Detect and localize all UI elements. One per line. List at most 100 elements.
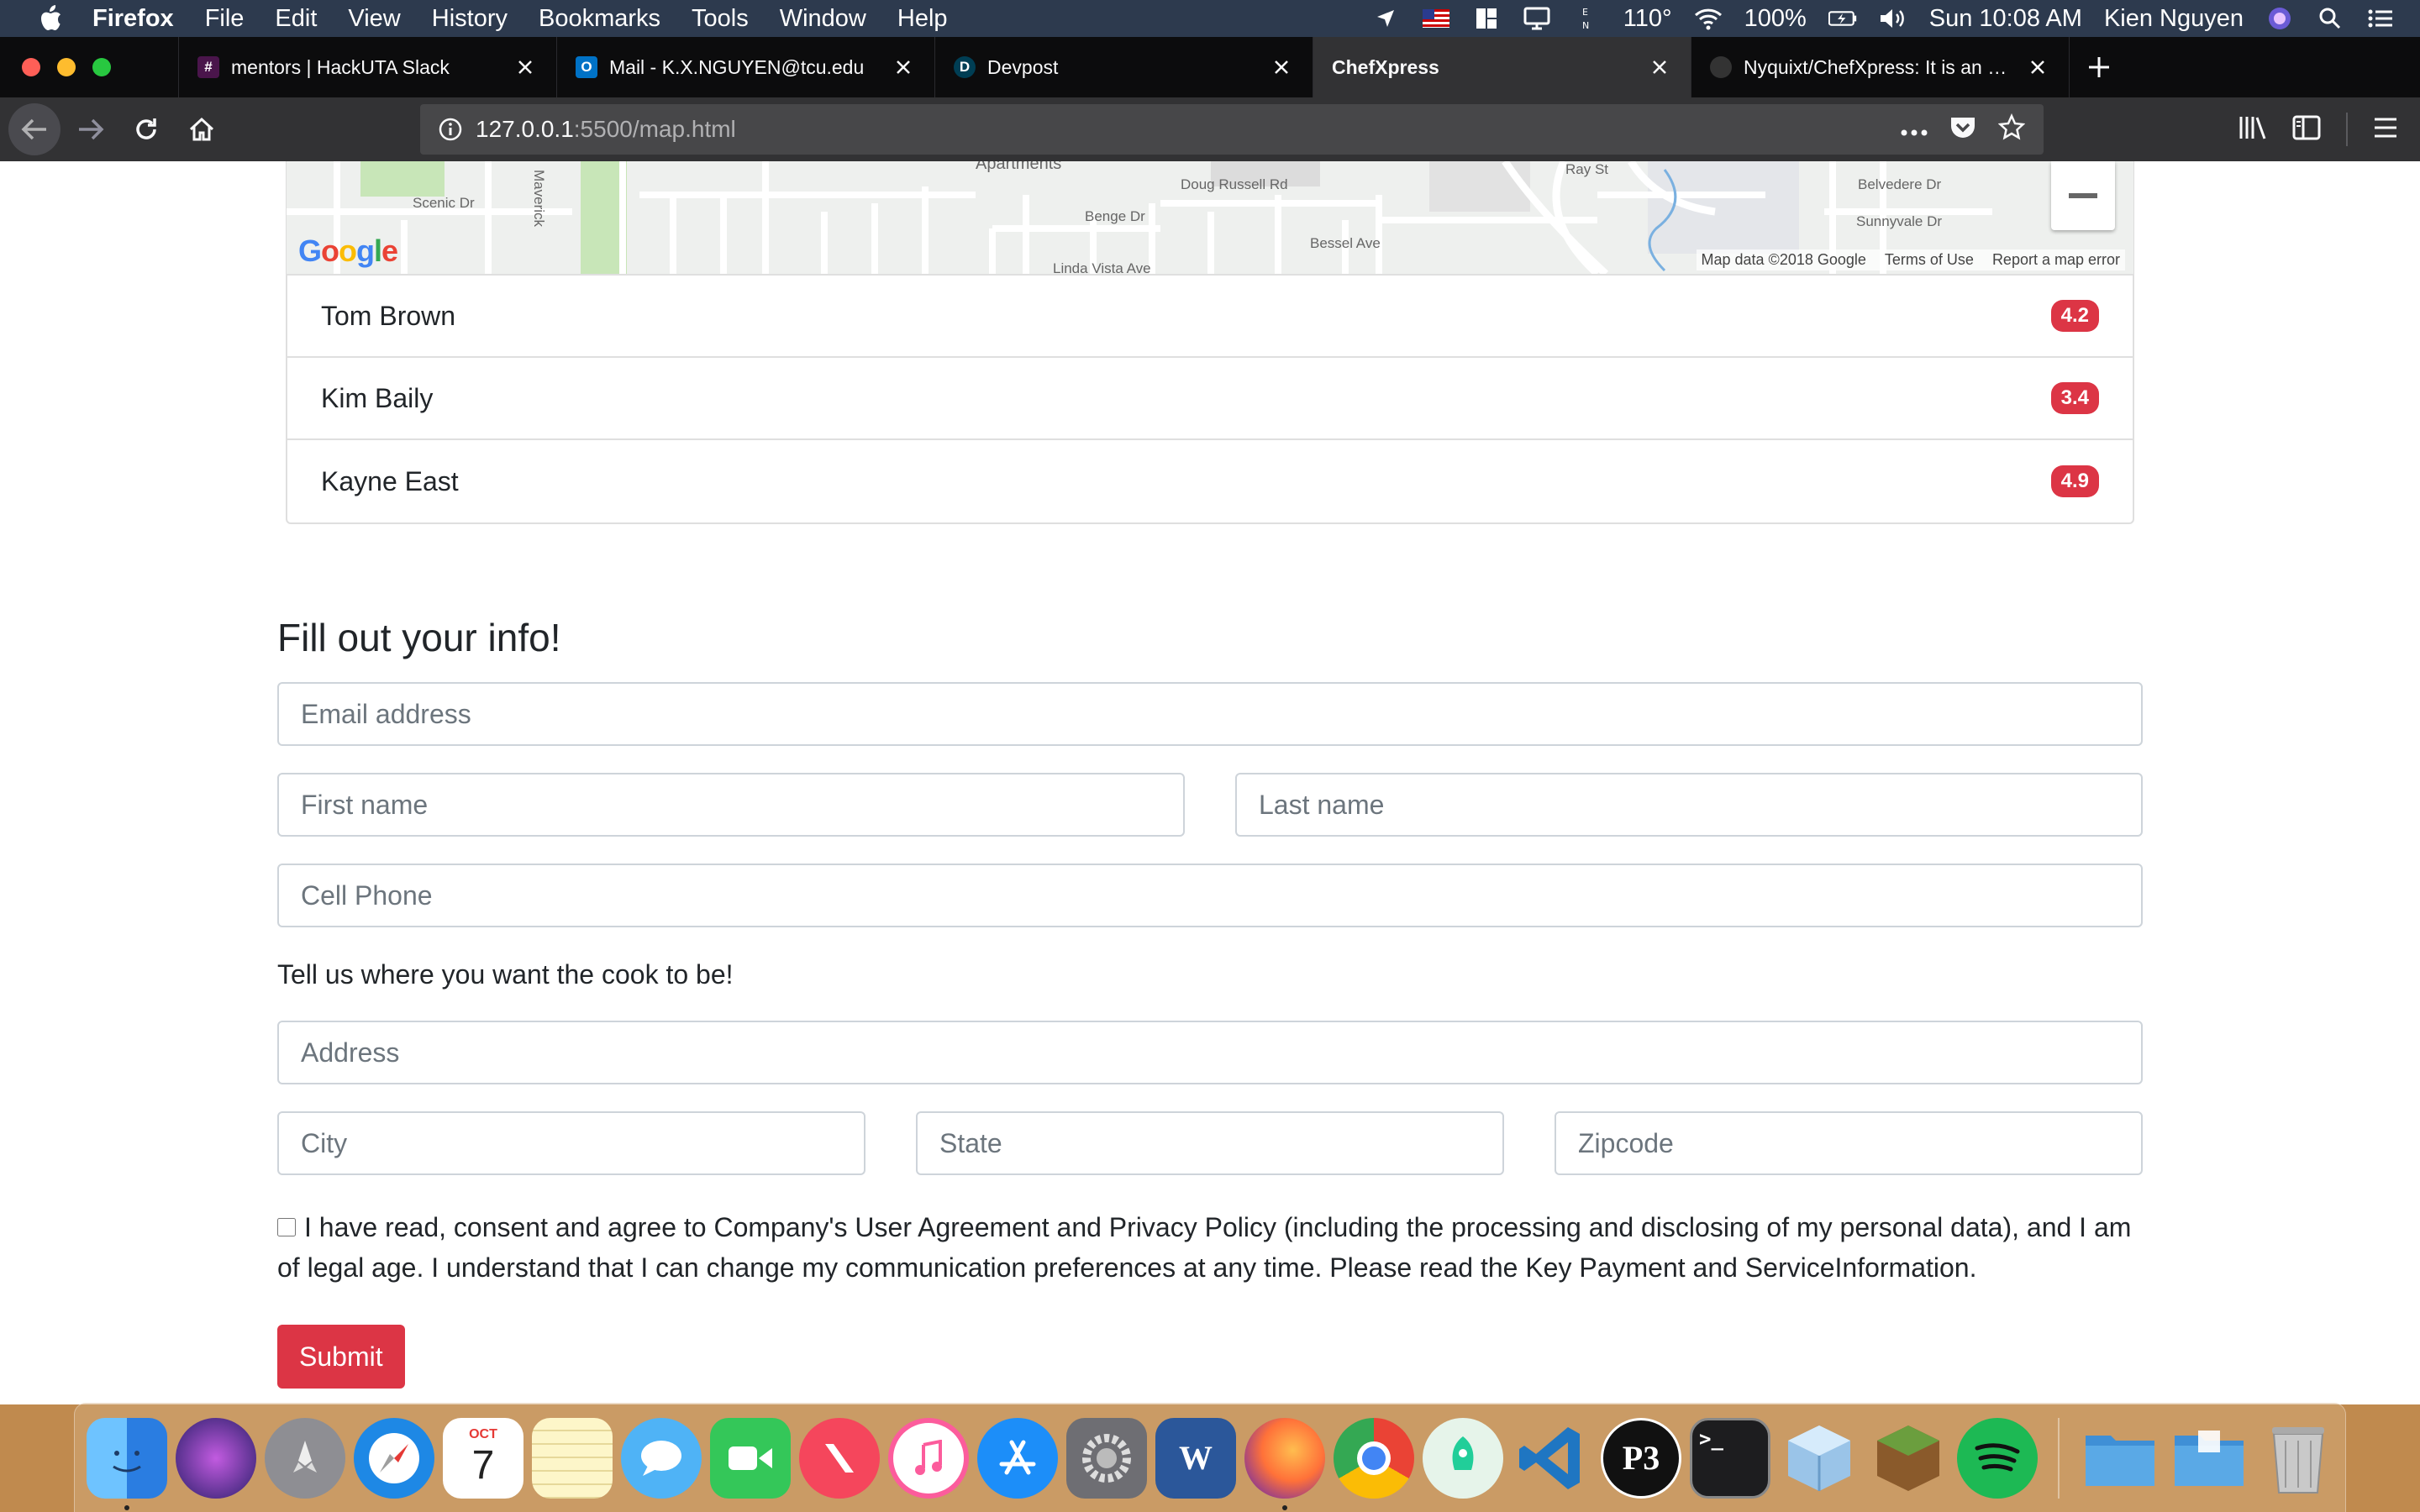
word-icon[interactable]: W <box>1155 1417 1236 1499</box>
address-bar[interactable]: 127.0.0.1:5500/map.html <box>420 104 2044 155</box>
news-icon[interactable] <box>799 1417 880 1499</box>
library-icon[interactable] <box>2238 115 2267 144</box>
first-name-field[interactable] <box>277 773 1185 837</box>
site-info-icon[interactable] <box>439 118 462 141</box>
volume-icon[interactable] <box>1879 4 1907 33</box>
running-indicator <box>1282 1504 1287 1510</box>
menu-window[interactable]: Window <box>780 5 866 33</box>
trash-icon[interactable] <box>2258 1418 2338 1499</box>
display-icon[interactable] <box>1523 4 1551 33</box>
tab-slack[interactable]: # mentors | HackUTA Slack <box>178 37 556 97</box>
last-name-field[interactable] <box>1235 773 2143 837</box>
battery-percentage[interactable]: 100% <box>1744 5 1807 33</box>
menu-edit[interactable]: Edit <box>275 5 317 33</box>
spotlight-search-icon[interactable] <box>2316 4 2344 33</box>
terms-of-use-link[interactable]: Terms of Use <box>1885 251 1974 269</box>
close-tab-icon[interactable] <box>1269 55 1294 80</box>
facetime-icon[interactable] <box>710 1417 791 1499</box>
back-button[interactable] <box>8 103 60 155</box>
consent-checkbox[interactable] <box>277 1217 296 1236</box>
notification-center-icon[interactable] <box>2366 4 2395 33</box>
notes-icon[interactable] <box>532 1417 613 1499</box>
new-tab-button[interactable] <box>2069 37 2128 97</box>
app-menu[interactable]: Firefox <box>92 5 174 33</box>
wifi-icon[interactable] <box>1694 4 1723 33</box>
calendar-month: OCT <box>469 1427 497 1441</box>
siri-status-icon[interactable] <box>2265 4 2294 33</box>
home-button[interactable] <box>176 104 227 155</box>
folder-icon[interactable] <box>2080 1418 2160 1499</box>
reload-button[interactable] <box>121 104 171 155</box>
location-arrow-icon[interactable] <box>1371 4 1400 33</box>
bookmark-star-icon[interactable] <box>1997 113 2026 146</box>
downloads-folder-icon[interactable] <box>2169 1418 2249 1499</box>
zoom-window-button[interactable] <box>92 58 111 76</box>
app-store-icon[interactable] <box>977 1417 1058 1499</box>
itunes-icon[interactable] <box>888 1417 969 1499</box>
apple-menu-icon[interactable] <box>34 2 67 35</box>
menu-history[interactable]: History <box>432 5 508 33</box>
clock[interactable]: Sun 10:08 AM <box>1929 5 2082 33</box>
p3-icon[interactable]: P3 <box>1601 1417 1681 1499</box>
close-window-button[interactable] <box>22 58 40 76</box>
close-tab-icon[interactable] <box>891 55 916 80</box>
zipcode-field[interactable] <box>1555 1111 2143 1175</box>
address-field[interactable] <box>277 1021 2143 1084</box>
report-map-error-link[interactable]: Report a map error <box>1992 251 2120 269</box>
system-preferences-icon[interactable] <box>1066 1417 1147 1499</box>
user-name[interactable]: Kien Nguyen <box>2104 5 2244 33</box>
robinhood-icon[interactable] <box>1423 1417 1503 1499</box>
close-tab-icon[interactable] <box>2025 55 2050 80</box>
hamburger-menu-icon[interactable] <box>2373 117 2398 143</box>
virtualbox-icon[interactable] <box>1779 1418 1860 1499</box>
menu-file[interactable]: File <box>205 5 245 33</box>
submit-button[interactable]: Submit <box>277 1325 405 1389</box>
email-field[interactable] <box>277 682 2143 746</box>
close-tab-icon[interactable] <box>1647 55 1672 80</box>
city-field[interactable] <box>277 1111 865 1175</box>
tab-mail[interactable]: O Mail - K.X.NGUYEN@tcu.edu <box>556 37 934 97</box>
minimize-window-button[interactable] <box>57 58 76 76</box>
page-actions-icon[interactable] <box>1901 116 1928 143</box>
tab-github[interactable]: Nyquixt/ChefXpress: It is an ube <box>1691 37 2069 97</box>
google-map[interactable]: Scenic Dr Maverick Doug Russell Rd Benge… <box>286 161 2134 274</box>
state-field[interactable] <box>916 1111 1504 1175</box>
menu-bookmarks[interactable]: Bookmarks <box>539 5 660 33</box>
menu-help[interactable]: Help <box>897 5 948 33</box>
cook-list-item[interactable]: Kayne East 4.9 <box>287 440 2133 522</box>
finder-icon[interactable] <box>87 1417 167 1510</box>
close-tab-icon[interactable] <box>513 55 538 80</box>
tab-devpost[interactable]: D Devpost <box>934 37 1313 97</box>
us-flag-icon[interactable] <box>1422 4 1450 33</box>
launchpad-icon[interactable] <box>265 1417 345 1499</box>
calendar-icon[interactable]: OCT 7 <box>443 1417 523 1499</box>
cell-phone-field[interactable] <box>277 864 2143 927</box>
tab-chefxpress[interactable]: ChefXpress <box>1313 37 1691 97</box>
siri-icon[interactable] <box>176 1417 256 1499</box>
safari-icon[interactable] <box>354 1417 434 1499</box>
cook-list-item[interactable]: Kim Baily 3.4 <box>287 358 2133 440</box>
menu-tools[interactable]: Tools <box>692 5 749 33</box>
battery-charging-icon[interactable] <box>1828 4 1857 33</box>
minecraft-icon[interactable] <box>1868 1418 1949 1499</box>
terminal-icon[interactable]: >_ <box>1690 1417 1770 1499</box>
temperature-readout[interactable]: 110° <box>1623 5 1672 33</box>
arrow-left-icon <box>21 118 46 140</box>
forward-button[interactable] <box>66 104 116 155</box>
zoom-out-button[interactable] <box>2051 161 2115 230</box>
messages-icon[interactable] <box>621 1417 702 1499</box>
vscode-icon[interactable] <box>1512 1418 1592 1499</box>
sidebar-icon[interactable] <box>2292 115 2321 144</box>
pocket-icon[interactable] <box>1949 114 1976 145</box>
window-layout-icon[interactable] <box>1472 4 1501 33</box>
map-label: Linda Vista Ave <box>1053 260 1151 274</box>
menu-view[interactable]: View <box>348 5 400 33</box>
reload-icon <box>136 118 156 139</box>
compass-icon[interactable]: EN <box>1573 4 1602 33</box>
cook-name: Tom Brown <box>321 300 456 331</box>
map-label: Apartments <box>976 161 1062 173</box>
firefox-icon[interactable] <box>1244 1417 1325 1510</box>
cook-list-item[interactable]: Tom Brown 4.2 <box>287 276 2133 358</box>
spotify-icon[interactable] <box>1957 1417 2038 1499</box>
chrome-icon[interactable] <box>1334 1417 1414 1499</box>
